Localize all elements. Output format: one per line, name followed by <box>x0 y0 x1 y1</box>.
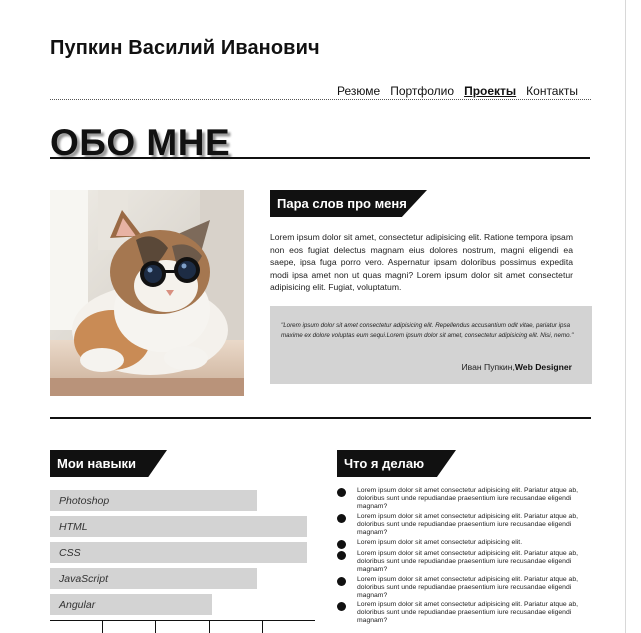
quote-author-name: Иван Пупкин, <box>461 362 515 372</box>
list-item: Lorem ipsum dolor sit amet consectetur a… <box>337 539 592 550</box>
nav-item-projects[interactable]: Проекты <box>464 84 516 98</box>
about-tag-label: Пара слов про меня <box>277 196 407 211</box>
bullet-dot-icon <box>337 540 346 549</box>
about-title-underline <box>50 157 590 159</box>
quote-author-role: Web Designer <box>514 362 572 372</box>
list-item: Lorem ipsum dolor sit amet consectetur a… <box>337 576 592 601</box>
nav-item-resume[interactable]: Резюме <box>337 84 380 98</box>
bullet-dot-icon <box>337 577 346 586</box>
cat-with-sunglasses-photo <box>50 190 244 396</box>
skill-bar-css: CSS <box>50 542 307 563</box>
main-nav: Резюме Портфолио Проекты Контакты <box>337 84 578 98</box>
list-item: Lorem ipsum dolor sit amet consectetur a… <box>337 601 592 626</box>
list-item: Lorem ipsum dolor sit amet consectetur a… <box>337 487 592 513</box>
what-i-do-tag: Что я делаю <box>337 450 456 477</box>
list-item: Lorem ipsum dolor sit amet consectetur a… <box>337 513 592 539</box>
what-i-do-tag-label: Что я делаю <box>344 456 425 471</box>
about-tag: Пара слов про меня <box>270 190 427 217</box>
skill-label: HTML <box>59 520 88 533</box>
skill-bar-angular: Angular <box>50 594 212 615</box>
bullet-dot-icon <box>337 602 346 611</box>
nav-divider <box>50 99 591 100</box>
skills-tag-label: Мои навыки <box>57 456 137 471</box>
skill-scale <box>50 620 315 633</box>
skill-bar-javascript: JavaScript <box>50 568 257 589</box>
skill-label: Angular <box>59 598 96 611</box>
what-i-do-list: Lorem ipsum dolor sit amet consectetur a… <box>337 487 592 626</box>
nav-item-portfolio[interactable]: Портфолио <box>390 84 454 98</box>
skill-label: JavaScript <box>59 572 109 585</box>
bullet-dot-icon <box>337 514 346 523</box>
skill-bar-photoshop: Photoshop <box>50 490 257 511</box>
site-name: Пупкин Василий Иванович <box>50 37 320 59</box>
list-item: Lorem ipsum dolor sit amet consectetur a… <box>337 550 592 576</box>
skills-tag: Мои навыки <box>50 450 167 477</box>
bullet-dot-icon <box>337 551 346 560</box>
bullet-dot-icon <box>337 488 346 497</box>
skill-bar-html: HTML <box>50 516 307 537</box>
skill-label: CSS <box>59 546 81 559</box>
quote-text: "Lorem ipsum dolor sit amet consectetur … <box>281 322 574 339</box>
page-edge-line <box>625 0 626 633</box>
quote-box: "Lorem ipsum dolor sit amet consectetur … <box>270 306 592 384</box>
nav-item-contacts[interactable]: Контакты <box>526 84 578 98</box>
about-text: Lorem ipsum dolor sit amet, consectetur … <box>270 232 573 293</box>
skill-label: Photoshop <box>59 494 110 507</box>
quote-author: Иван Пупкин,Web Designer <box>461 362 572 372</box>
section-divider <box>50 417 591 419</box>
